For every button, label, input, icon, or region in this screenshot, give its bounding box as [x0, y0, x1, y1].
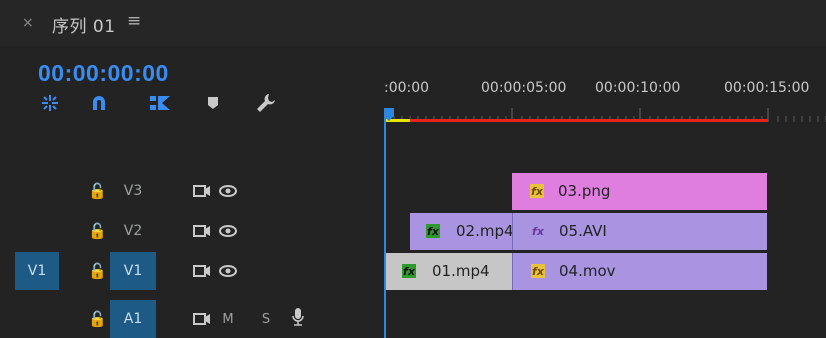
sync-lock-icon[interactable]: [192, 261, 212, 281]
snap-icon[interactable]: [36, 90, 64, 116]
solo-button[interactable]: S: [256, 309, 276, 329]
sequence-tab[interactable]: × 序列 01 ≡: [0, 0, 826, 46]
sync-lock-icon[interactable]: [192, 309, 212, 329]
fx-badge: fx: [532, 224, 544, 238]
track-row-v3[interactable]: fx 03.png: [384, 172, 826, 210]
magnet-icon[interactable]: [85, 90, 113, 116]
wrench-icon[interactable]: [252, 90, 280, 116]
track-row-a1[interactable]: [384, 300, 826, 338]
playhead-timecode[interactable]: 00:00:00:00: [38, 60, 169, 87]
mute-button[interactable]: M: [218, 309, 238, 329]
clip[interactable]: fx 03.png: [512, 173, 767, 210]
eye-icon[interactable]: [218, 181, 238, 201]
linked-selection-icon[interactable]: [146, 90, 174, 116]
fx-badge: fx: [530, 184, 544, 198]
clip[interactable]: fx 04.mov: [512, 253, 767, 290]
marker-icon[interactable]: [199, 90, 227, 116]
track-header-v3: 🔓 V3: [0, 172, 384, 210]
track-row-v1[interactable]: fx 01.mp4 fx 04.mov: [384, 252, 826, 290]
clip-label: 04.mov: [559, 262, 616, 280]
track-header-v1: V1 🔓 V1: [0, 252, 384, 290]
work-area-bar: [410, 119, 768, 122]
sync-lock-icon[interactable]: [192, 221, 212, 241]
eye-icon[interactable]: [218, 221, 238, 241]
fx-badge: fx: [426, 224, 440, 238]
lock-icon[interactable]: 🔓: [88, 310, 107, 328]
clip[interactable]: fx 05.AVI: [512, 213, 767, 250]
fx-badge: fx: [402, 264, 416, 278]
clip-label: 05.AVI: [559, 222, 607, 240]
track-header-a1: 🔓 A1 M S: [0, 300, 384, 338]
track-row-v2[interactable]: fx 02.mp4 fx 05.AVI: [384, 212, 826, 250]
sequence-title[interactable]: 序列 01: [52, 12, 116, 37]
track-header-v2: 🔓 V2: [0, 212, 384, 250]
source-patch-v1[interactable]: V1: [15, 252, 59, 290]
track-name-v2[interactable]: V2: [110, 212, 156, 250]
clip-label: 02.mp4: [456, 222, 514, 240]
microphone-icon[interactable]: [288, 307, 308, 327]
close-tab-button[interactable]: ×: [22, 15, 34, 31]
clip-label: 01.mp4: [432, 262, 490, 280]
ruler-ticks: [384, 108, 826, 122]
clip[interactable]: fx 01.mp4: [386, 253, 512, 290]
clip[interactable]: fx 02.mp4: [410, 213, 514, 250]
panel-menu-icon[interactable]: ≡: [127, 11, 141, 31]
lock-icon[interactable]: 🔓: [88, 222, 107, 240]
sync-lock-icon[interactable]: [192, 181, 212, 201]
track-name-v3[interactable]: V3: [110, 172, 156, 210]
clip-label: 03.png: [558, 182, 611, 200]
eye-icon[interactable]: [218, 261, 238, 281]
track-name-a1[interactable]: A1: [110, 300, 156, 338]
lock-icon[interactable]: 🔓: [88, 262, 107, 280]
time-ruler[interactable]: :00:00 00:00:05:00 00:00:10:00 00:00:15:…: [384, 46, 826, 172]
track-name-v1[interactable]: V1: [110, 252, 156, 290]
lock-icon[interactable]: 🔓: [88, 182, 107, 200]
fx-badge: fx: [531, 264, 545, 278]
